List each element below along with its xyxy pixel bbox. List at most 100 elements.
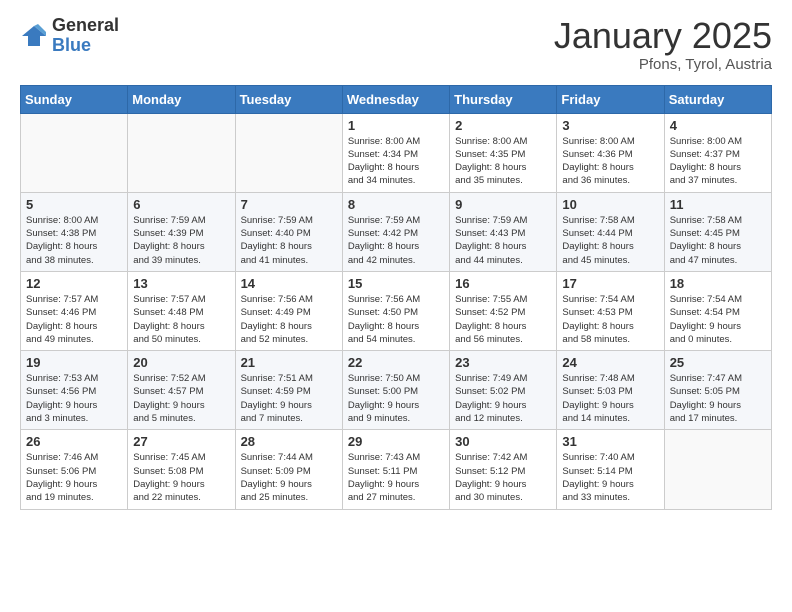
day-info: Sunrise: 7:51 AMSunset: 4:59 PMDaylight:… xyxy=(241,372,337,425)
weekday-header: Monday xyxy=(128,85,235,113)
day-number: 4 xyxy=(670,118,766,133)
day-number: 24 xyxy=(562,355,658,370)
day-number: 2 xyxy=(455,118,551,133)
day-info: Sunrise: 7:57 AMSunset: 4:48 PMDaylight:… xyxy=(133,293,229,346)
calendar-day-cell: 24 Sunrise: 7:48 AMSunset: 5:03 PMDayligh… xyxy=(557,351,664,430)
day-info: Sunrise: 7:43 AMSunset: 5:11 PMDaylight:… xyxy=(348,451,444,504)
calendar-day-cell: 5 Sunrise: 8:00 AMSunset: 4:38 PMDaylight… xyxy=(21,192,128,271)
day-number: 13 xyxy=(133,276,229,291)
weekday-header: Wednesday xyxy=(342,85,449,113)
calendar-day-cell: 22Sunrise: 7:50 AMSunset: 5:00 PMDayligh… xyxy=(342,351,449,430)
calendar-day-cell: 1 Sunrise: 8:00 AMSunset: 4:34 PMDaylight… xyxy=(342,113,449,192)
calendar-day-cell: 30 Sunrise: 7:42 AMSunset: 5:12 PMDayligh… xyxy=(450,430,557,509)
day-number: 27 xyxy=(133,434,229,449)
calendar-day-cell: 7 Sunrise: 7:59 AMSunset: 4:40 PMDaylight… xyxy=(235,192,342,271)
day-info: Sunrise: 7:55 AMSunset: 4:52 PMDaylight:… xyxy=(455,293,551,346)
calendar-week-row: 26Sunrise: 7:46 AMSunset: 5:06 PMDayligh… xyxy=(21,430,772,509)
calendar-day-cell: 9 Sunrise: 7:59 AMSunset: 4:43 PMDaylight… xyxy=(450,192,557,271)
calendar-day-cell xyxy=(21,113,128,192)
calendar-day-cell: 23Sunrise: 7:49 AMSunset: 5:02 PMDayligh… xyxy=(450,351,557,430)
logo-text: General Blue xyxy=(52,16,119,56)
weekday-header: Thursday xyxy=(450,85,557,113)
title-block: January 2025 Pfons, Tyrol, Austria xyxy=(554,16,772,73)
location: Pfons, Tyrol, Austria xyxy=(554,56,772,73)
day-info: Sunrise: 7:50 AMSunset: 5:00 PMDaylight:… xyxy=(348,372,444,425)
calendar-day-cell: 2 Sunrise: 8:00 AMSunset: 4:35 PMDaylight… xyxy=(450,113,557,192)
day-info: Sunrise: 7:52 AMSunset: 4:57 PMDaylight:… xyxy=(133,372,229,425)
calendar-day-cell: 14 Sunrise: 7:56 AMSunset: 4:49 PMDayligh… xyxy=(235,271,342,350)
day-number: 16 xyxy=(455,276,551,291)
calendar-day-cell: 18 Sunrise: 7:54 AMSunset: 4:54 PMDayligh… xyxy=(664,271,771,350)
calendar-day-cell: 12Sunrise: 7:57 AMSunset: 4:46 PMDayligh… xyxy=(21,271,128,350)
day-number: 19 xyxy=(26,355,122,370)
calendar-day-cell: 20 Sunrise: 7:52 AMSunset: 4:57 PMDayligh… xyxy=(128,351,235,430)
calendar-header-row: SundayMondayTuesdayWednesdayThursdayFrid… xyxy=(21,85,772,113)
day-info: Sunrise: 7:56 AMSunset: 4:49 PMDaylight:… xyxy=(241,293,337,346)
day-number: 25 xyxy=(670,355,766,370)
day-info: Sunrise: 7:57 AMSunset: 4:46 PMDaylight:… xyxy=(26,293,122,346)
calendar-week-row: 1 Sunrise: 8:00 AMSunset: 4:34 PMDaylight… xyxy=(21,113,772,192)
day-info: Sunrise: 7:53 AMSunset: 4:56 PMDaylight:… xyxy=(26,372,122,425)
calendar-day-cell: 3Sunrise: 8:00 AMSunset: 4:36 PMDaylight… xyxy=(557,113,664,192)
day-info: Sunrise: 8:00 AMSunset: 4:38 PMDaylight:… xyxy=(26,214,122,267)
calendar-table: SundayMondayTuesdayWednesdayThursdayFrid… xyxy=(20,85,772,510)
day-number: 18 xyxy=(670,276,766,291)
calendar-week-row: 12Sunrise: 7:57 AMSunset: 4:46 PMDayligh… xyxy=(21,271,772,350)
weekday-header: Friday xyxy=(557,85,664,113)
calendar-day-cell: 6Sunrise: 7:59 AMSunset: 4:39 PMDaylight… xyxy=(128,192,235,271)
day-number: 7 xyxy=(241,197,337,212)
weekday-header: Tuesday xyxy=(235,85,342,113)
calendar-day-cell: 29 Sunrise: 7:43 AMSunset: 5:11 PMDayligh… xyxy=(342,430,449,509)
calendar-day-cell: 31 Sunrise: 7:40 AMSunset: 5:14 PMDayligh… xyxy=(557,430,664,509)
calendar-day-cell: 13 Sunrise: 7:57 AMSunset: 4:48 PMDayligh… xyxy=(128,271,235,350)
day-info: Sunrise: 7:59 AMSunset: 4:40 PMDaylight:… xyxy=(241,214,337,267)
weekday-header: Saturday xyxy=(664,85,771,113)
day-number: 29 xyxy=(348,434,444,449)
day-number: 31 xyxy=(562,434,658,449)
calendar-day-cell: 28Sunrise: 7:44 AMSunset: 5:09 PMDayligh… xyxy=(235,430,342,509)
calendar-day-cell: 16 Sunrise: 7:55 AMSunset: 4:52 PMDayligh… xyxy=(450,271,557,350)
day-info: Sunrise: 7:45 AMSunset: 5:08 PMDaylight:… xyxy=(133,451,229,504)
day-info: Sunrise: 7:49 AMSunset: 5:02 PMDaylight:… xyxy=(455,372,551,425)
day-info: Sunrise: 7:58 AMSunset: 4:45 PMDaylight:… xyxy=(670,214,766,267)
day-info: Sunrise: 7:47 AMSunset: 5:05 PMDaylight:… xyxy=(670,372,766,425)
calendar-day-cell xyxy=(235,113,342,192)
day-number: 20 xyxy=(133,355,229,370)
day-number: 21 xyxy=(241,355,337,370)
header: General Blue January 2025 Pfons, Tyrol, … xyxy=(20,16,772,73)
day-number: 5 xyxy=(26,197,122,212)
day-info: Sunrise: 7:54 AMSunset: 4:53 PMDaylight:… xyxy=(562,293,658,346)
day-info: Sunrise: 7:42 AMSunset: 5:12 PMDaylight:… xyxy=(455,451,551,504)
day-number: 3 xyxy=(562,118,658,133)
page: General Blue January 2025 Pfons, Tyrol, … xyxy=(0,0,792,530)
calendar-week-row: 19 Sunrise: 7:53 AMSunset: 4:56 PMDayligh… xyxy=(21,351,772,430)
day-info: Sunrise: 7:40 AMSunset: 5:14 PMDaylight:… xyxy=(562,451,658,504)
calendar-day-cell: 21 Sunrise: 7:51 AMSunset: 4:59 PMDayligh… xyxy=(235,351,342,430)
day-number: 1 xyxy=(348,118,444,133)
day-number: 9 xyxy=(455,197,551,212)
calendar-day-cell: 4 Sunrise: 8:00 AMSunset: 4:37 PMDaylight… xyxy=(664,113,771,192)
day-number: 28 xyxy=(241,434,337,449)
day-info: Sunrise: 8:00 AMSunset: 4:37 PMDaylight:… xyxy=(670,135,766,188)
day-info: Sunrise: 7:48 AMSunset: 5:03 PMDaylight:… xyxy=(562,372,658,425)
calendar-day-cell xyxy=(128,113,235,192)
calendar-day-cell: 17Sunrise: 7:54 AMSunset: 4:53 PMDayligh… xyxy=(557,271,664,350)
day-number: 14 xyxy=(241,276,337,291)
day-info: Sunrise: 7:54 AMSunset: 4:54 PMDaylight:… xyxy=(670,293,766,346)
day-number: 30 xyxy=(455,434,551,449)
day-info: Sunrise: 7:59 AMSunset: 4:43 PMDaylight:… xyxy=(455,214,551,267)
day-number: 15 xyxy=(348,276,444,291)
logo-blue: Blue xyxy=(52,35,91,55)
calendar-day-cell: 27 Sunrise: 7:45 AMSunset: 5:08 PMDayligh… xyxy=(128,430,235,509)
day-info: Sunrise: 8:00 AMSunset: 4:35 PMDaylight:… xyxy=(455,135,551,188)
month-title: January 2025 xyxy=(554,16,772,56)
calendar-week-row: 5 Sunrise: 8:00 AMSunset: 4:38 PMDaylight… xyxy=(21,192,772,271)
weekday-header: Sunday xyxy=(21,85,128,113)
day-info: Sunrise: 8:00 AMSunset: 4:34 PMDaylight:… xyxy=(348,135,444,188)
logo-general: General xyxy=(52,15,119,35)
logo: General Blue xyxy=(20,16,119,56)
day-info: Sunrise: 7:58 AMSunset: 4:44 PMDaylight:… xyxy=(562,214,658,267)
day-number: 8 xyxy=(348,197,444,212)
day-info: Sunrise: 7:59 AMSunset: 4:42 PMDaylight:… xyxy=(348,214,444,267)
day-number: 11 xyxy=(670,197,766,212)
